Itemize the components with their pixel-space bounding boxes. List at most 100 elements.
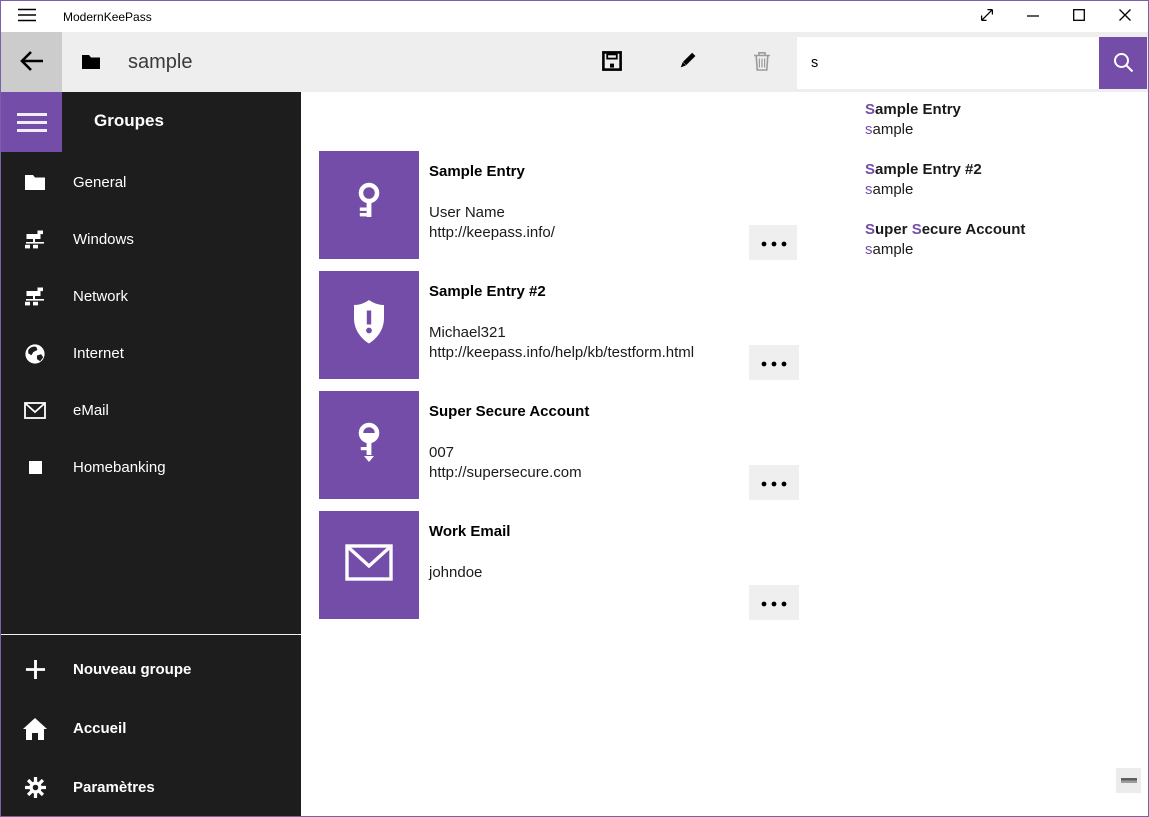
sidebar-separator: [1, 634, 301, 635]
titlebar-hamburger-button[interactable]: [9, 1, 45, 32]
entry-tile[interactable]: [319, 271, 419, 379]
more-button[interactable]: [749, 585, 799, 620]
magnifier-icon: [1112, 51, 1134, 76]
suggestion-subtitle: sample: [865, 240, 1147, 260]
sidebar-item-label: Homebanking: [73, 459, 166, 476]
entry-row[interactable]: Super Secure Account 007 http://supersec…: [301, 391, 1149, 499]
nav-hamburger-button[interactable]: [1, 92, 62, 152]
ellipsis-icon: [761, 235, 787, 250]
entry-username: User Name: [429, 203, 555, 223]
app-window: ModernKeePass: [0, 0, 1149, 817]
sidebar-item-new-group[interactable]: Nouveau groupe: [1, 640, 301, 699]
sidebar-item-general[interactable]: General: [1, 154, 301, 211]
minimize-button[interactable]: [1010, 1, 1056, 32]
search-button[interactable]: [1099, 37, 1147, 89]
titlebar: ModernKeePass: [1, 1, 1148, 32]
sidebar-item-label: General: [73, 174, 126, 191]
entry-details: 007 http://supersecure.com: [429, 443, 582, 483]
entry-row[interactable]: Sample Entry #2 Michael321 http://keepas…: [301, 271, 1149, 379]
close-button[interactable]: [1102, 1, 1148, 32]
sidebar: Groupes General Windows Network Internet: [1, 92, 301, 817]
sidebar-item-label: Windows: [73, 231, 134, 248]
sidebar-item-email[interactable]: eMail: [1, 382, 301, 439]
folder-icon: [23, 174, 47, 191]
entry-title: Super Secure Account: [429, 403, 589, 420]
edit-pencil-icon: [677, 51, 697, 74]
search-suggestion[interactable]: Sample Entry #2 sample: [797, 152, 1147, 212]
search-input[interactable]: [797, 37, 1099, 89]
save-button[interactable]: [588, 32, 636, 92]
database-folder-icon: [81, 54, 101, 75]
key-icon: [346, 420, 392, 471]
sidebar-item-network[interactable]: Network: [1, 268, 301, 325]
sidebar-item-label: Nouveau groupe: [73, 661, 191, 678]
entry-row[interactable]: Work Email johndoe: [301, 511, 1149, 619]
entry-username: 007: [429, 443, 582, 463]
sidebar-item-label: Accueil: [73, 720, 126, 737]
search-suggestion[interactable]: Super Secure Account sample: [797, 212, 1147, 272]
entry-tile[interactable]: [319, 391, 419, 499]
entry-tile[interactable]: [319, 511, 419, 619]
entry-url: http://keepass.info/help/kb/testform.htm…: [429, 343, 694, 363]
back-arrow-icon: [18, 47, 46, 78]
sidebar-item-label: eMail: [73, 402, 109, 419]
back-button[interactable]: [1, 32, 62, 92]
maximize-button[interactable]: [1056, 1, 1102, 32]
trash-icon: [753, 51, 771, 74]
ellipsis-icon: [761, 475, 787, 490]
app-title: ModernKeePass: [63, 1, 152, 32]
entry-details: Michael321 http://keepass.info/help/kb/t…: [429, 323, 694, 363]
suggestion-subtitle: sample: [865, 180, 1147, 200]
more-button[interactable]: [749, 465, 799, 500]
ellipsis-icon: [761, 355, 787, 370]
entry-title: Sample Entry: [429, 163, 525, 180]
home-icon: [23, 718, 47, 740]
search-box: [797, 37, 1147, 89]
delete-button[interactable]: [738, 32, 786, 92]
minimize-icon: [1027, 9, 1039, 24]
sidebar-item-windows[interactable]: Windows: [1, 211, 301, 268]
suggestion-title: Super Secure Account: [865, 220, 1147, 240]
square-icon: [23, 461, 47, 474]
search-suggestions: Sample Entry sample Sample Entry #2 samp…: [797, 92, 1147, 274]
sidebar-item-internet[interactable]: Internet: [1, 325, 301, 382]
window-controls: [964, 1, 1148, 32]
entry-title: Sample Entry #2: [429, 283, 546, 300]
database-title: sample: [128, 32, 192, 92]
hamburger-icon: [17, 7, 37, 26]
entry-username: johndoe: [429, 563, 482, 583]
more-button[interactable]: [749, 225, 799, 260]
entry-details: johndoe: [429, 563, 482, 583]
minus-icon: [1121, 778, 1137, 783]
entry-title: Work Email: [429, 523, 510, 540]
entry-tile[interactable]: [319, 151, 419, 259]
entry-url: http://keepass.info/: [429, 223, 555, 243]
suggestion-title: Sample Entry #2: [865, 160, 1147, 180]
entry-url: http://supersecure.com: [429, 463, 582, 483]
edit-button[interactable]: [663, 32, 711, 92]
fullscreen-button[interactable]: [964, 1, 1010, 32]
network-icon: [23, 230, 47, 249]
groups-heading: Groupes: [94, 111, 164, 131]
key-icon: [346, 180, 392, 231]
more-button[interactable]: [749, 345, 799, 380]
save-icon: [602, 51, 622, 74]
entry-username: Michael321: [429, 323, 694, 343]
network-icon: [23, 287, 47, 306]
search-suggestion[interactable]: Sample Entry sample: [797, 92, 1147, 152]
sidebar-item-home[interactable]: Accueil: [1, 699, 301, 758]
entry-details: User Name http://keepass.info/: [429, 203, 555, 243]
sidebar-item-settings[interactable]: Paramètres: [1, 758, 301, 817]
sidebar-item-homebanking[interactable]: Homebanking: [1, 439, 301, 496]
envelope-icon: [345, 544, 393, 586]
sidebar-item-label: Internet: [73, 345, 124, 362]
gear-icon: [23, 777, 47, 798]
maximize-icon: [1073, 9, 1085, 24]
sidebar-item-label: Paramètres: [73, 779, 155, 796]
zoom-out-button[interactable]: [1116, 768, 1141, 793]
suggestion-title: Sample Entry: [865, 100, 1147, 120]
suggestion-subtitle: sample: [865, 120, 1147, 140]
ellipsis-icon: [761, 595, 787, 610]
close-icon: [1119, 9, 1131, 24]
plus-icon: [23, 659, 47, 680]
